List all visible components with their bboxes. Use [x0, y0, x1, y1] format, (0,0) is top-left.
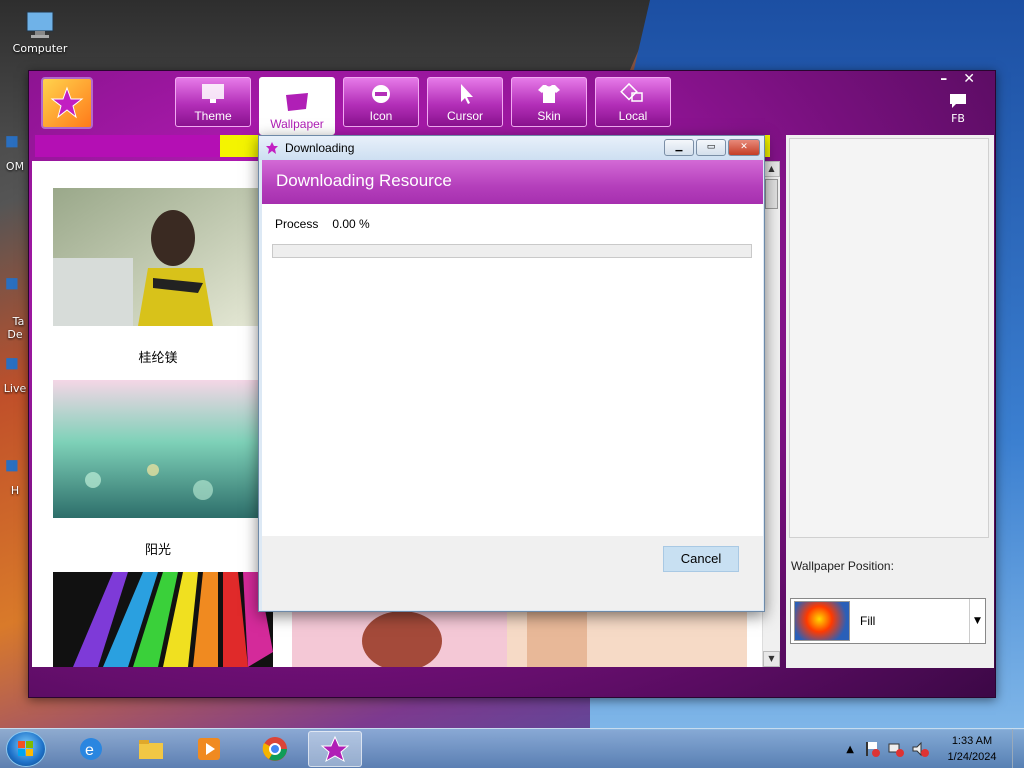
wallpaper-thumbnail[interactable] [53, 572, 273, 667]
download-progress-bar [272, 244, 752, 258]
desktop-icon-live[interactable]: Live [0, 350, 30, 395]
feedback-button[interactable]: FB [949, 93, 967, 125]
start-button[interactable] [6, 731, 46, 767]
chrome-icon [262, 737, 287, 761]
app-window-controls: – ✕ [940, 71, 975, 87]
wallpaper-thumbnail[interactable] [292, 611, 507, 667]
process-row: Process 0.00 % [275, 217, 370, 231]
desktop-icon-label: Ta De [7, 315, 25, 341]
action-center-flag-icon[interactable] [863, 740, 881, 758]
taskbar-explorer-button[interactable] [124, 731, 178, 767]
svg-text:e: e [85, 742, 94, 759]
tab-cursor[interactable]: Cursor [427, 77, 503, 127]
taskbar-ie-button[interactable]: e [64, 731, 118, 767]
taskbar: e ▲ 1:33 AM 1/24/2024 [0, 728, 1024, 768]
wallpaper-position-value: Fill [860, 614, 876, 628]
tab-label: Wallpaper [270, 117, 324, 131]
desktop-icon-om[interactable]: OM [0, 128, 30, 173]
wallpaper-thumbnail[interactable] [507, 611, 747, 667]
process-value: 0.00 % [332, 217, 370, 231]
tab-theme[interactable]: Theme [175, 77, 251, 127]
internet-explorer-icon: e [80, 738, 102, 760]
chevron-down-icon[interactable]: ▼ [969, 599, 985, 643]
process-label: Process [275, 217, 319, 231]
dialog-header: Downloading Resource [262, 160, 763, 204]
main-tabs: Theme Wallpaper Icon Cursor Skin Local [175, 77, 671, 135]
taskbar-media-button[interactable] [182, 731, 236, 767]
clock-time: 1:33 AM [951, 735, 993, 747]
tab-local[interactable]: Local [595, 77, 671, 127]
desktop-icon-label: OM [5, 160, 25, 173]
tab-label: Local [618, 109, 648, 123]
volume-muted-icon[interactable] [911, 740, 929, 758]
feedback-label: FB [951, 112, 965, 125]
tab-label: Cursor [446, 109, 483, 123]
tab-icon[interactable]: Icon [343, 77, 419, 127]
desktop-icon-label: Live [3, 382, 27, 395]
dialog-body: Process 0.00 % [262, 204, 763, 536]
shirt-icon [538, 85, 560, 103]
cancel-button[interactable]: Cancel [663, 546, 739, 572]
desktop-icon-label: H [10, 484, 20, 497]
windows-logo-icon [18, 741, 33, 756]
wallpaper-caption: 桂纶镁 [138, 351, 178, 366]
shortcut-icon [6, 460, 18, 472]
tab-label: Theme [194, 109, 232, 123]
cursor-icon [461, 84, 473, 104]
dialog-close-button[interactable]: ✕ [728, 139, 760, 156]
shortcut-icon [6, 136, 18, 148]
file-explorer-icon [139, 740, 163, 759]
wallpaper-caption: 阳光 [144, 543, 171, 558]
tab-label: Icon [369, 109, 393, 123]
wallpaper-thumbnail[interactable] [53, 380, 261, 518]
close-button[interactable]: ✕ [963, 71, 975, 87]
wallpaper-position-select[interactable]: Fill ▼ [790, 598, 986, 644]
monitor-icon [202, 84, 224, 103]
computer-icon [26, 11, 54, 38]
tab-label: Skin [537, 109, 561, 123]
taskbar-chrome-button[interactable] [248, 731, 302, 767]
scroll-up-arrow[interactable]: ▲ [763, 161, 780, 177]
desktop-icon-ta[interactable]: Ta De [0, 244, 30, 341]
taskbar-clock[interactable]: 1:33 AM 1/24/2024 [932, 733, 1012, 765]
desktop-icon-label: Computer [12, 42, 68, 55]
taskbar-theme-app-button[interactable] [308, 731, 362, 767]
dialog-footer: Cancel [262, 536, 763, 610]
tab-wallpaper[interactable]: Wallpaper [259, 77, 335, 135]
tab-skin[interactable]: Skin [511, 77, 587, 127]
desktop-icon-computer[interactable]: Computer [10, 10, 70, 55]
shortcut-icon [6, 278, 18, 290]
system-tray: ▲ 1:33 AM 1/24/2024 [846, 729, 1024, 768]
show-desktop-button[interactable] [1012, 729, 1024, 768]
clock-date: 1/24/2024 [947, 751, 997, 763]
desktop-icon-h[interactable]: H [0, 452, 30, 497]
media-player-icon [198, 738, 220, 760]
dialog-maximize-button[interactable]: ▭ [696, 139, 726, 156]
chat-bubble-icon [950, 94, 966, 108]
dialog-title: Downloading [285, 141, 355, 155]
icon-icon [372, 85, 390, 103]
app-logo-icon [50, 86, 84, 119]
dialog-minimize-button[interactable]: ▁ [664, 139, 694, 156]
flower-thumbnail [794, 601, 850, 641]
wallpaper-icon [286, 93, 308, 111]
scroll-thumb[interactable] [765, 179, 778, 209]
app-small-icon [266, 142, 278, 154]
theme-app-icon [320, 735, 350, 763]
shortcut-icon [6, 358, 18, 370]
dialog-window-controls: ▁ ▭ ✕ [664, 139, 760, 156]
app-logo [41, 77, 93, 129]
scroll-down-arrow[interactable]: ▼ [763, 651, 780, 667]
wallpaper-thumbnail[interactable] [53, 188, 261, 326]
wallpaper-position-label: Wallpaper Position: [791, 559, 894, 573]
preview-panel: Wallpaper Position: Fill ▼ [786, 135, 994, 668]
minimize-button[interactable]: – [940, 71, 947, 87]
downloading-dialog: Downloading ▁ ▭ ✕ Downloading Resource P… [258, 135, 765, 612]
show-hidden-icons-icon[interactable]: ▲ [846, 744, 854, 755]
network-icon[interactable] [887, 740, 905, 758]
download-progress-strip [35, 135, 220, 157]
wallpaper-preview [789, 138, 989, 538]
local-icon [620, 83, 643, 102]
